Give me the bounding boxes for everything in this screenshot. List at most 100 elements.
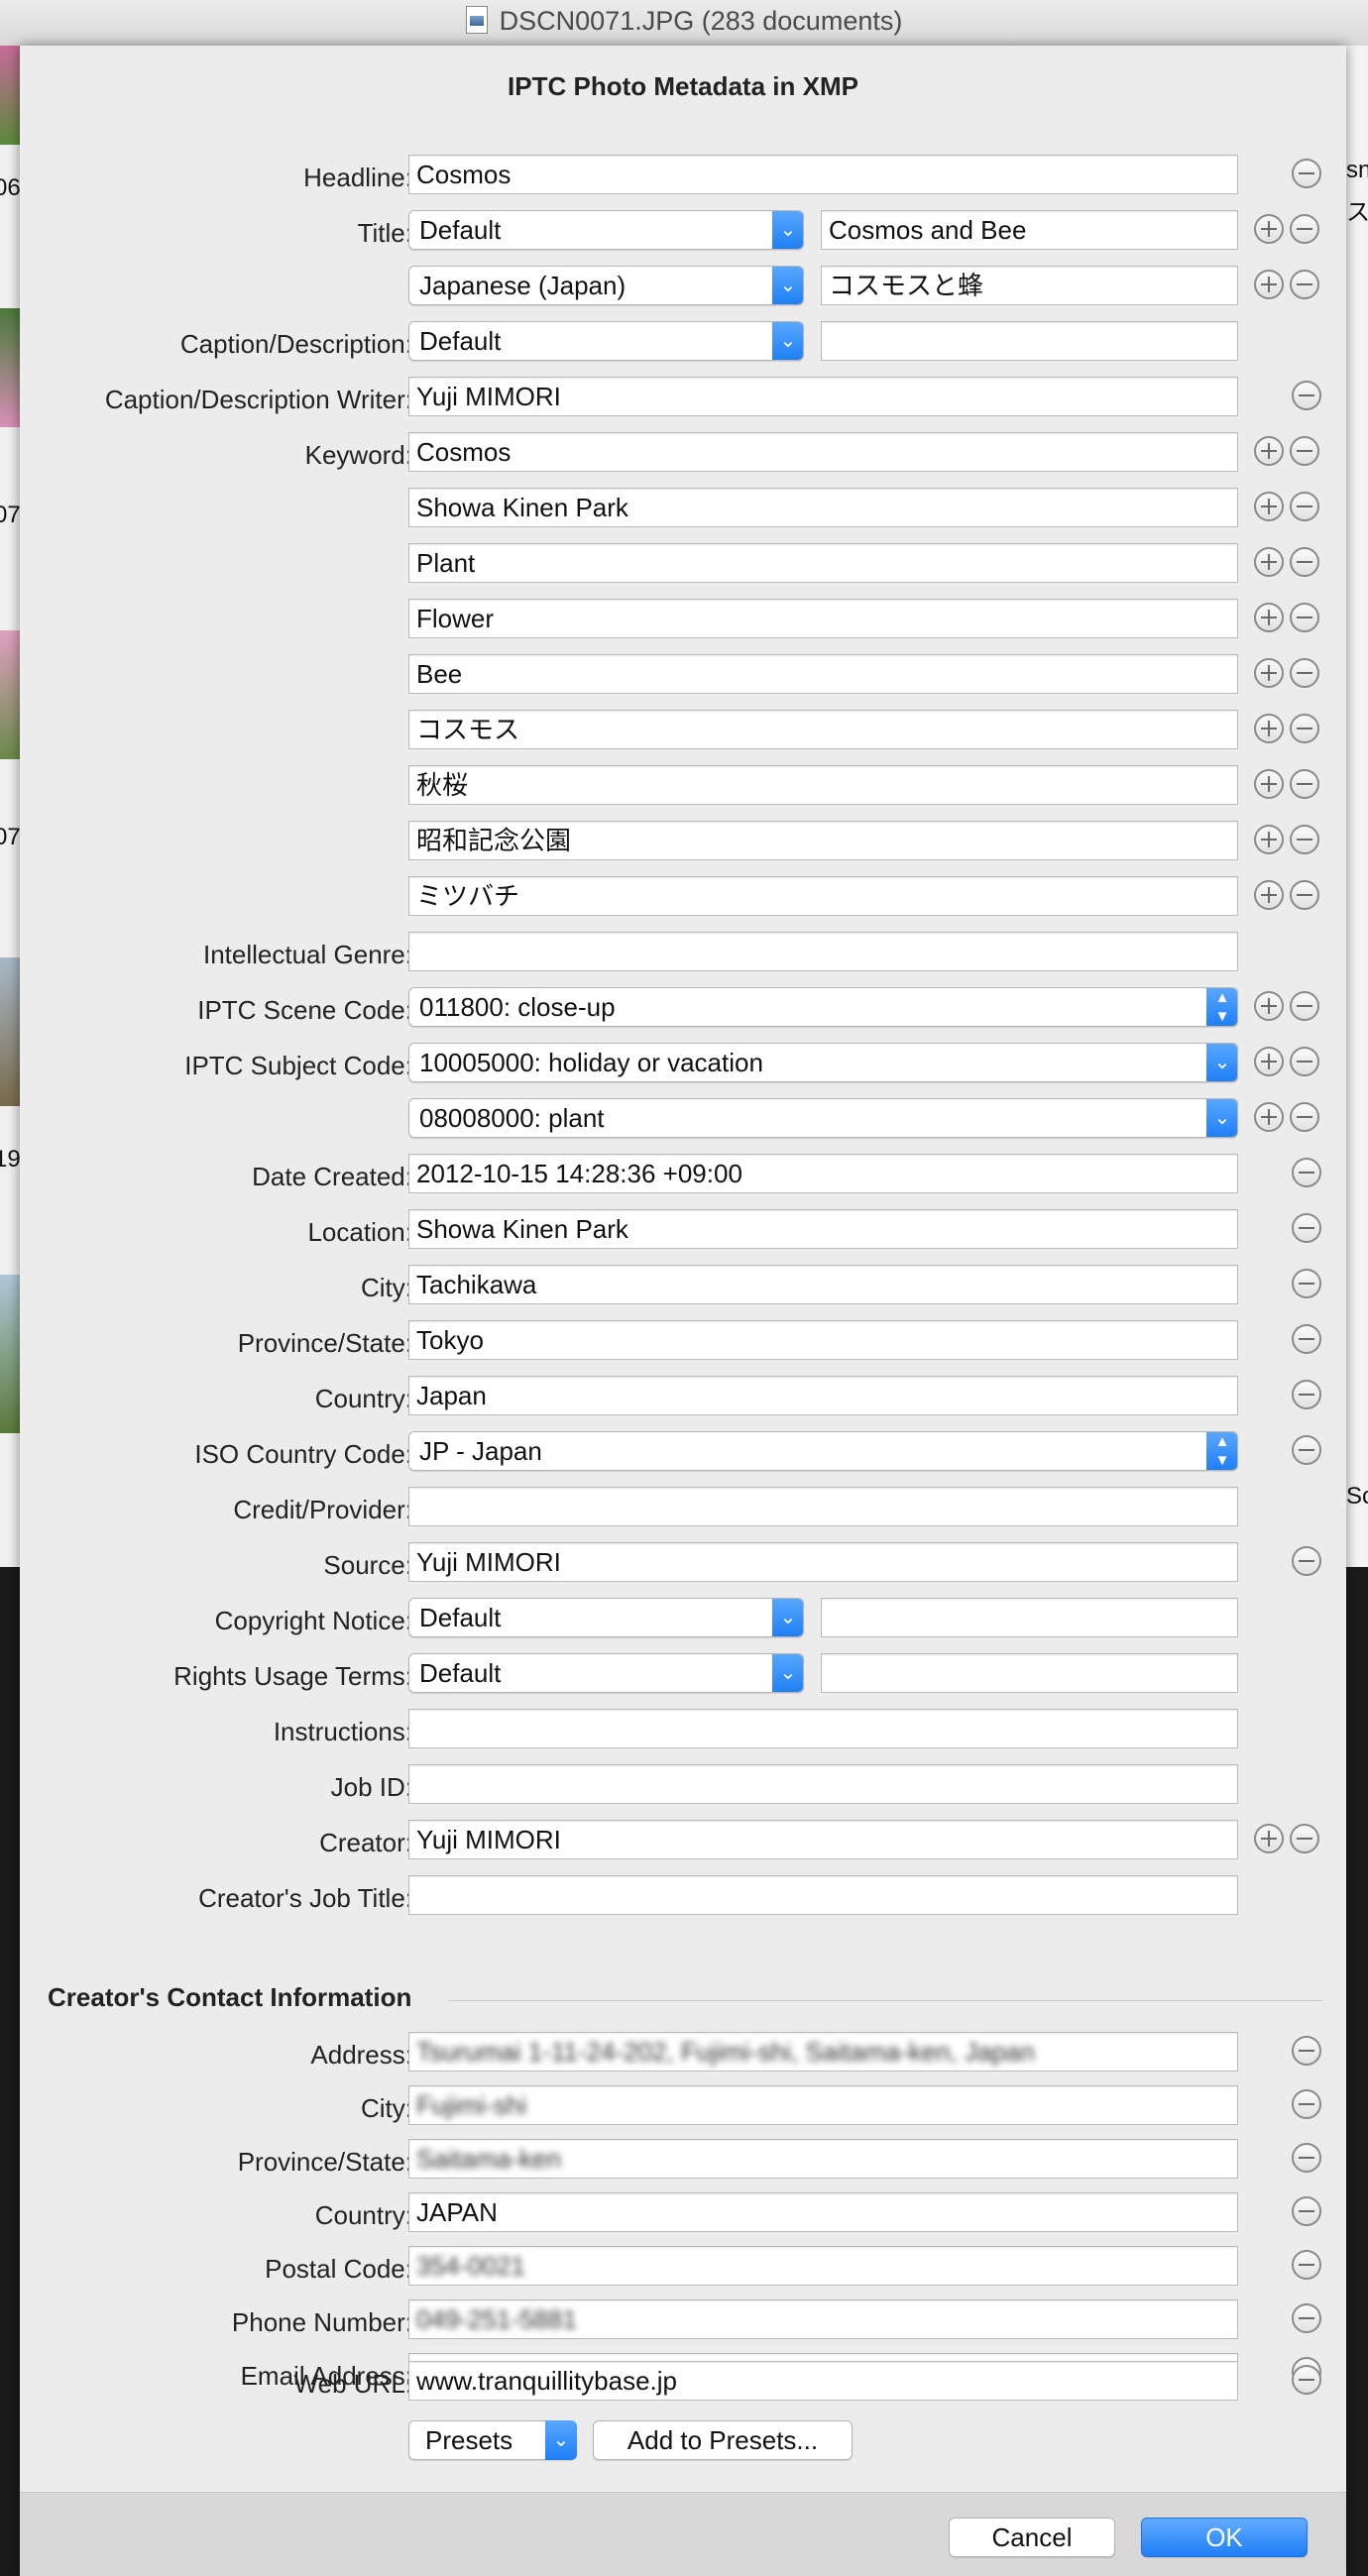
add-icon[interactable] (1254, 214, 1284, 244)
keyword-field[interactable]: コスモス (408, 710, 1238, 749)
add-icon[interactable] (1254, 1047, 1284, 1076)
remove-icon[interactable] (1290, 1047, 1319, 1076)
scene-code-popup[interactable]: 011800: close-up ▲ ▼ (408, 987, 1238, 1027)
remove-icon[interactable] (1292, 1324, 1321, 1354)
title-field-2[interactable]: コスモスと蜂 (821, 266, 1238, 305)
remove-icon[interactable] (1290, 991, 1319, 1021)
remove-icon[interactable] (1292, 1213, 1321, 1243)
copyright-field[interactable] (821, 1598, 1238, 1637)
add-icon[interactable] (1254, 436, 1284, 466)
title-language-popup-2[interactable]: Japanese (Japan) ⌄ (408, 266, 804, 305)
remove-icon[interactable] (1292, 2143, 1321, 2173)
add-icon[interactable] (1254, 825, 1284, 854)
remove-icon[interactable] (1292, 2196, 1321, 2226)
job-id-field[interactable] (408, 1764, 1238, 1804)
remove-icon[interactable] (1290, 270, 1319, 299)
remove-icon[interactable] (1292, 1380, 1321, 1409)
document-icon (465, 6, 488, 34)
contact-city-field[interactable]: Fujimi-shi (408, 2085, 1238, 2125)
credit-field[interactable] (408, 1487, 1238, 1526)
remove-icon[interactable] (1292, 2089, 1321, 2119)
keyword-field[interactable]: Flower (408, 599, 1238, 638)
contact-province-field[interactable]: Saitama-ken (408, 2139, 1238, 2179)
keyword-field[interactable]: Plant (408, 543, 1238, 583)
remove-icon[interactable] (1290, 1102, 1319, 1132)
keyword-field[interactable]: Bee (408, 654, 1238, 694)
remove-icon[interactable] (1290, 436, 1319, 466)
iso-country-popup[interactable]: JP - Japan ▲ ▼ (408, 1431, 1238, 1471)
add-to-presets-button[interactable]: Add to Presets... (593, 2420, 853, 2460)
add-icon[interactable] (1254, 769, 1284, 799)
ok-button[interactable]: OK (1141, 2518, 1308, 2557)
remove-icon[interactable] (1290, 769, 1319, 799)
add-icon[interactable] (1254, 492, 1284, 521)
remove-icon[interactable] (1292, 1269, 1321, 1298)
keyword-field[interactable]: ミツバチ (408, 876, 1238, 916)
title-language-popup[interactable]: Default ⌄ (408, 210, 804, 250)
edge-text: Sc (1346, 1483, 1368, 1510)
remove-icon[interactable] (1292, 2036, 1321, 2066)
caption-language-popup[interactable]: Default ⌄ (408, 321, 804, 361)
remove-icon[interactable] (1290, 547, 1319, 577)
remove-icon[interactable] (1290, 714, 1319, 743)
caption-writer-field[interactable]: Yuji MIMORI (408, 377, 1238, 416)
add-icon[interactable] (1254, 714, 1284, 743)
country-field[interactable]: Japan (408, 1376, 1238, 1415)
rights-language-popup[interactable]: Default ⌄ (408, 1653, 804, 1693)
keyword-field[interactable]: 秋桜 (408, 765, 1238, 805)
subject-code-popup[interactable]: 10005000: holiday or vacation ⌄ (408, 1043, 1238, 1082)
keyword-field[interactable]: Cosmos (408, 432, 1238, 472)
date-created-field[interactable]: 2012-10-15 14:28:36 +09:00 (408, 1154, 1238, 1193)
add-icon[interactable] (1254, 603, 1284, 632)
add-icon[interactable] (1254, 270, 1284, 299)
contact-phone-field[interactable]: 049-251-5881 (408, 2299, 1238, 2339)
presets-popup[interactable]: Presets ⌄ (408, 2420, 577, 2460)
location-field[interactable]: Showa Kinen Park (408, 1209, 1238, 1249)
subject-code-popup-2[interactable]: 08008000: plant ⌄ (408, 1098, 1238, 1138)
remove-icon[interactable] (1292, 2250, 1321, 2280)
remove-icon[interactable] (1292, 1435, 1321, 1465)
genre-field[interactable] (408, 932, 1238, 971)
remove-icon[interactable] (1292, 2303, 1321, 2333)
remove-icon[interactable] (1292, 1546, 1321, 1576)
copyright-language-popup[interactable]: Default ⌄ (408, 1598, 804, 1637)
caption-field[interactable] (821, 321, 1238, 361)
contact-city-row: City: Fujimi-shi (20, 2085, 1346, 2129)
keyword-field[interactable]: 昭和記念公園 (408, 821, 1238, 860)
edge-text: 06 (0, 174, 21, 201)
remove-icon[interactable] (1292, 1158, 1321, 1187)
contact-web-field[interactable]: www.tranquillitybase.jp (408, 2361, 1238, 2401)
remove-icon[interactable] (1290, 658, 1319, 688)
headline-field[interactable]: Cosmos (408, 155, 1238, 194)
remove-icon[interactable] (1290, 1824, 1319, 1853)
remove-icon[interactable] (1290, 603, 1319, 632)
country-label: Country: (314, 1384, 412, 1413)
remove-icon[interactable] (1290, 492, 1319, 521)
edge-text: 19 (0, 1146, 21, 1173)
contact-postal-field[interactable]: 354-0021 (408, 2246, 1238, 2286)
province-field[interactable]: Tokyo (408, 1320, 1238, 1360)
contact-address-field[interactable]: Tsurumai 1-11-24-202, Fujimi-shi, Saitam… (408, 2032, 1238, 2072)
add-icon[interactable] (1254, 991, 1284, 1021)
remove-icon[interactable] (1290, 825, 1319, 854)
city-field[interactable]: Tachikawa (408, 1265, 1238, 1304)
remove-icon[interactable] (1290, 880, 1319, 910)
remove-icon[interactable] (1292, 381, 1321, 410)
remove-icon[interactable] (1290, 214, 1319, 244)
add-icon[interactable] (1254, 658, 1284, 688)
add-icon[interactable] (1254, 547, 1284, 577)
instructions-field[interactable] (408, 1709, 1238, 1748)
rights-field[interactable] (821, 1653, 1238, 1693)
contact-country-field[interactable]: JAPAN (408, 2192, 1238, 2232)
creator-field[interactable]: Yuji MIMORI (408, 1820, 1238, 1859)
creator-job-title-field[interactable] (408, 1875, 1238, 1915)
cancel-button[interactable]: Cancel (949, 2518, 1115, 2557)
keyword-field[interactable]: Showa Kinen Park (408, 488, 1238, 527)
remove-icon[interactable] (1292, 2365, 1321, 2395)
add-icon[interactable] (1254, 880, 1284, 910)
title-field[interactable]: Cosmos and Bee (821, 210, 1238, 250)
add-icon[interactable] (1254, 1102, 1284, 1132)
source-field[interactable]: Yuji MIMORI (408, 1542, 1238, 1582)
remove-icon[interactable] (1292, 159, 1321, 188)
add-icon[interactable] (1254, 1824, 1284, 1853)
